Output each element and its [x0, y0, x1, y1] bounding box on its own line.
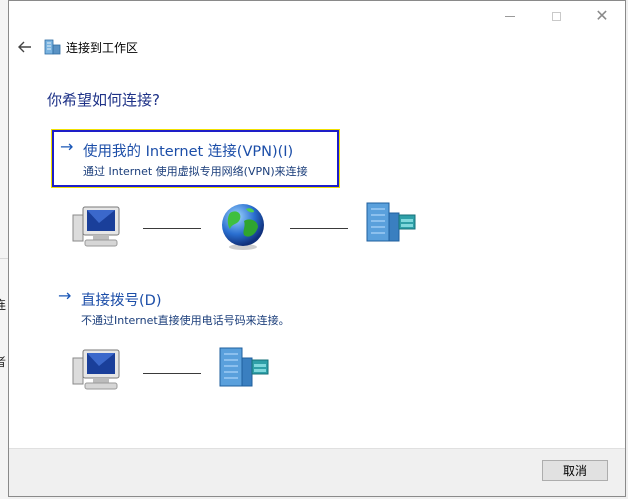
background-text-fragment: 连 [0, 298, 7, 312]
page-heading: 你希望如何连接? [47, 91, 160, 109]
computer-monitor-icon [72, 206, 120, 247]
arrow-right-icon: → [60, 137, 74, 156]
office-building-icon [44, 39, 61, 55]
back-arrow-icon [18, 41, 31, 53]
connect-to-workplace-dialog: ✕ 连接到工作区 你希望如何连接? → 使用我的 Internet 连接(VPN… [8, 0, 626, 497]
option-description: 通过 Internet 使用虚拟专用网络(VPN)来连接 [83, 165, 308, 178]
maximize-button[interactable] [533, 1, 579, 31]
vpn-connection-option[interactable]: → 使用我的 Internet 连接(VPN)(I) 通过 Internet 使… [52, 130, 339, 187]
minimize-icon [505, 15, 515, 17]
option-title: 直接拨号(D) [81, 293, 162, 309]
arrow-right-icon: → [58, 286, 72, 305]
office-building-icon [366, 202, 416, 242]
office-building-icon [219, 347, 269, 387]
connection-line [143, 373, 201, 374]
window-title: 连接到工作区 [66, 41, 139, 55]
cancel-button[interactable]: 取消 [542, 460, 608, 481]
background-text-fragment: 者 [0, 355, 7, 369]
background-divider [0, 258, 8, 259]
close-icon: ✕ [595, 6, 609, 25]
dialog-footer: 取消 [9, 448, 625, 496]
computer-monitor-icon [72, 349, 120, 390]
globe-internet-icon [222, 204, 264, 250]
maximize-icon [551, 11, 561, 21]
direct-dial-option[interactable]: → 直接拨号(D) 不通过Internet直接使用电话号码来连接。 [52, 281, 339, 327]
connection-line [143, 228, 201, 229]
close-button[interactable]: ✕ [579, 1, 625, 31]
background-window-edge: 连 者 [0, 0, 8, 499]
connection-line [290, 228, 348, 229]
minimize-button[interactable] [487, 1, 533, 31]
back-button[interactable] [15, 37, 35, 57]
option-description: 不通过Internet直接使用电话号码来连接。 [81, 314, 290, 327]
option-title: 使用我的 Internet 连接(VPN)(I) [83, 144, 294, 160]
